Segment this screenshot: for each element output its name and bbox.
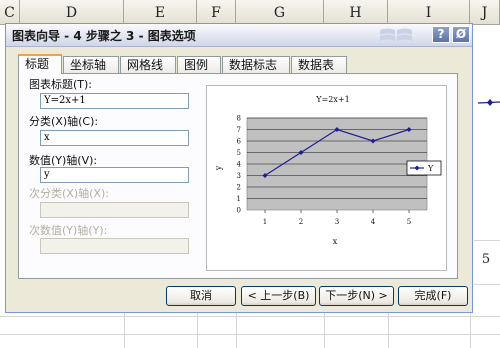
y-tick-label: 1 — [237, 195, 241, 203]
column-header-i[interactable]: I — [388, 0, 470, 24]
column-header-h[interactable]: H — [324, 0, 388, 24]
help-button[interactable]: ? — [432, 26, 450, 43]
y-tick-label: 2 — [237, 184, 241, 192]
value-y-axis-input[interactable]: y — [40, 167, 189, 183]
column-header-j[interactable]: J — [470, 0, 500, 24]
secondary-category-axis-label: 次分类(X)轴(X): — [29, 187, 109, 200]
y-tick-label: 5 — [237, 149, 241, 157]
dialog-title: 图表向导 - 4 步骤之 3 - 图表选项 — [12, 29, 196, 43]
legend-label: Y — [427, 164, 434, 173]
x-tick-label: 5 — [407, 218, 411, 226]
x-tick-label: 2 — [299, 218, 303, 226]
cell-value[interactable]: 5 — [474, 252, 498, 272]
column-header-f[interactable]: F — [197, 0, 236, 24]
column-header-d[interactable]: D — [20, 0, 124, 24]
legend: Y — [406, 160, 442, 176]
cancel-button[interactable]: 取消 — [166, 286, 236, 306]
secondary-category-axis-input — [40, 202, 189, 218]
y-tick-label: 6 — [237, 138, 242, 146]
next-button[interactable]: 下一步(N) > — [319, 286, 394, 306]
chart-preview: Y=2x+1 y x 0 1 2 3 4 5 6 7 8 1 2 3 4 5 Y — [206, 85, 447, 271]
grid-line — [474, 240, 500, 241]
y-tick-label: 0 — [237, 207, 241, 215]
chart-title-label: 图表标题(T): — [29, 78, 93, 91]
chart-wizard-dialog: 图表向导 - 4 步骤之 3 - 图表选项 ? Ø 标题 坐标轴 网格线 图例 … — [5, 23, 473, 313]
tab-data-table[interactable]: 数据表 — [291, 56, 347, 73]
close-button[interactable]: Ø — [452, 26, 470, 43]
tab-data-labels[interactable]: 数据标志 — [222, 56, 290, 73]
y-tick-label: 3 — [237, 172, 241, 180]
button-row: 取消 < 上一步(B) 下一步(N) > 完成(F) — [6, 286, 474, 308]
x-tick-label: 1 — [263, 218, 267, 226]
y-tick-label: 4 — [237, 161, 242, 169]
column-header-g[interactable]: G — [236, 0, 324, 24]
back-button[interactable]: < 上一步(B) — [241, 286, 316, 306]
y-tick-label: 8 — [237, 115, 241, 123]
tab-axes[interactable]: 坐标轴 — [63, 56, 119, 73]
x-tick-label: 4 — [371, 218, 376, 226]
tab-legend[interactable]: 图例 — [177, 56, 221, 73]
category-x-axis-label: 分类(X)轴(C): — [29, 115, 99, 128]
tab-gridlines[interactable]: 网格线 — [120, 56, 176, 73]
windows-logo-icon — [380, 28, 412, 41]
title-bar[interactable]: 图表向导 - 4 步骤之 3 - 图表选项 ? Ø — [6, 24, 472, 47]
category-x-axis-input[interactable]: x — [40, 130, 189, 146]
column-header-row: C D E F G H I J — [0, 0, 500, 25]
tab-panel: 图表标题(T): Y=2x+1 分类(X)轴(C): x 数值(Y)轴(V): … — [18, 73, 458, 279]
column-header-c[interactable]: C — [0, 0, 20, 24]
grid-line — [474, 284, 500, 285]
secondary-value-axis-input — [40, 238, 189, 254]
chart-title-input[interactable]: Y=2x+1 — [40, 93, 189, 109]
tab-titles[interactable]: 标题 — [18, 54, 62, 74]
finish-button[interactable]: 完成(F) — [398, 286, 468, 306]
grid-line — [0, 334, 500, 335]
y-tick-label: 7 — [237, 126, 241, 134]
x-axis-title: x — [333, 237, 338, 246]
secondary-value-axis-label: 次数值(Y)轴(Y): — [29, 224, 108, 237]
grid-line — [0, 316, 500, 317]
x-tick-label: 3 — [335, 218, 339, 226]
value-y-axis-label: 数值(Y)轴(V): — [29, 154, 98, 167]
plot-area: 0 1 2 3 4 5 6 7 8 1 2 3 4 5 — [237, 115, 428, 226]
chart-title: Y=2x+1 — [315, 95, 349, 104]
background-chart-marker — [478, 99, 500, 106]
column-header-e[interactable]: E — [124, 0, 197, 24]
line-chart: Y=2x+1 y x 0 1 2 3 4 5 6 7 8 1 2 3 4 5 Y — [214, 95, 442, 246]
y-axis-title: y — [214, 165, 223, 171]
